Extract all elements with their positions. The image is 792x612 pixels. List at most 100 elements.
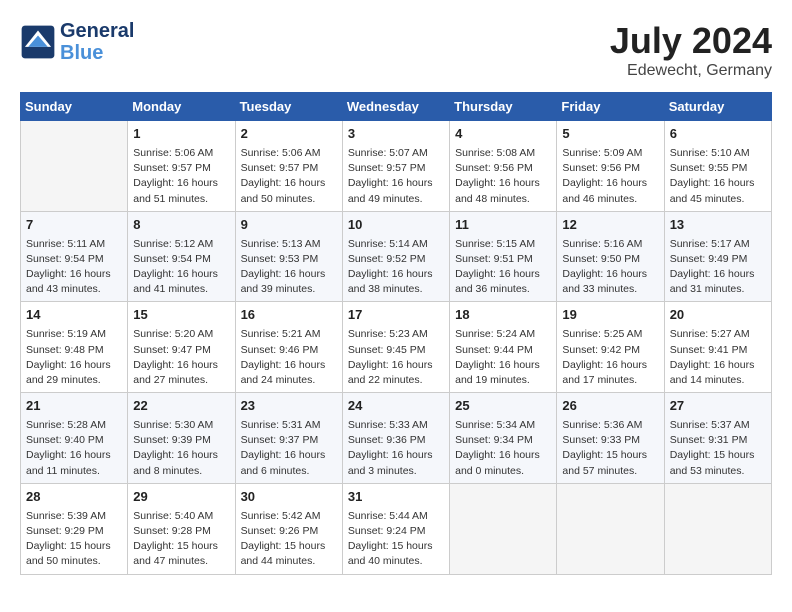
- day-info: Sunrise: 5:08 AMSunset: 9:56 PMDaylight:…: [455, 146, 551, 207]
- day-info: Sunrise: 5:17 AMSunset: 9:49 PMDaylight:…: [670, 237, 766, 298]
- day-number: 11: [455, 216, 551, 235]
- day-number: 7: [26, 216, 122, 235]
- calendar-cell: 24 Sunrise: 5:33 AMSunset: 9:36 PMDayligh…: [342, 393, 449, 484]
- day-info: Sunrise: 5:13 AMSunset: 9:53 PMDaylight:…: [241, 237, 337, 298]
- calendar-cell: [664, 483, 771, 574]
- day-info: Sunrise: 5:31 AMSunset: 9:37 PMDaylight:…: [241, 418, 337, 479]
- day-number: 9: [241, 216, 337, 235]
- calendar-cell: 18 Sunrise: 5:24 AMSunset: 9:44 PMDayligh…: [450, 302, 557, 393]
- calendar-cell: 27Sunrise: 5:37 AMSunset: 9:31 PMDayligh…: [664, 393, 771, 484]
- day-number: 21: [26, 397, 122, 416]
- day-number: 17: [348, 306, 444, 325]
- day-number: 25: [455, 397, 551, 416]
- day-info: Sunrise: 5:19 AMSunset: 9:48 PMDaylight:…: [26, 327, 122, 388]
- calendar-week-row: 7 Sunrise: 5:11 AMSunset: 9:54 PMDaylight…: [21, 211, 772, 302]
- calendar-cell: [557, 483, 664, 574]
- day-number: 14: [26, 306, 122, 325]
- day-number: 31: [348, 488, 444, 507]
- calendar-cell: 19Sunrise: 5:25 AMSunset: 9:42 PMDayligh…: [557, 302, 664, 393]
- day-info: Sunrise: 5:12 AMSunset: 9:54 PMDaylight:…: [133, 237, 229, 298]
- weekday-header-monday: Monday: [128, 93, 235, 121]
- day-number: 28: [26, 488, 122, 507]
- day-info: Sunrise: 5:36 AMSunset: 9:33 PMDaylight:…: [562, 418, 658, 479]
- day-info: Sunrise: 5:30 AMSunset: 9:39 PMDaylight:…: [133, 418, 229, 479]
- day-number: 6: [670, 125, 766, 144]
- calendar-cell: 20 Sunrise: 5:27 AMSunset: 9:41 PMDayligh…: [664, 302, 771, 393]
- page-header: General Blue July 2024 Edewecht, Germany: [20, 20, 772, 80]
- logo-text-line2: Blue: [60, 42, 134, 64]
- calendar-cell: 7 Sunrise: 5:11 AMSunset: 9:54 PMDaylight…: [21, 211, 128, 302]
- calendar-cell: 3Sunrise: 5:07 AMSunset: 9:57 PMDaylight…: [342, 121, 449, 212]
- calendar-cell: 12Sunrise: 5:16 AMSunset: 9:50 PMDayligh…: [557, 211, 664, 302]
- calendar-week-row: 21 Sunrise: 5:28 AMSunset: 9:40 PMDayligh…: [21, 393, 772, 484]
- calendar-cell: 21 Sunrise: 5:28 AMSunset: 9:40 PMDayligh…: [21, 393, 128, 484]
- day-number: 8: [133, 216, 229, 235]
- day-info: Sunrise: 5:10 AMSunset: 9:55 PMDaylight:…: [670, 146, 766, 207]
- day-info: Sunrise: 5:44 AMSunset: 9:24 PMDaylight:…: [348, 509, 444, 570]
- calendar-cell: 15 Sunrise: 5:20 AMSunset: 9:47 PMDayligh…: [128, 302, 235, 393]
- day-info: Sunrise: 5:06 AMSunset: 9:57 PMDaylight:…: [241, 146, 337, 207]
- calendar-cell: 23 Sunrise: 5:31 AMSunset: 9:37 PMDayligh…: [235, 393, 342, 484]
- calendar-cell: 9 Sunrise: 5:13 AMSunset: 9:53 PMDaylight…: [235, 211, 342, 302]
- calendar-header: SundayMondayTuesdayWednesdayThursdayFrid…: [21, 93, 772, 121]
- calendar-cell: 22Sunrise: 5:30 AMSunset: 9:39 PMDayligh…: [128, 393, 235, 484]
- day-number: 26: [562, 397, 658, 416]
- calendar-cell: 29 Sunrise: 5:40 AMSunset: 9:28 PMDayligh…: [128, 483, 235, 574]
- logo-icon: [20, 24, 56, 60]
- day-number: 2: [241, 125, 337, 144]
- day-info: Sunrise: 5:15 AMSunset: 9:51 PMDaylight:…: [455, 237, 551, 298]
- calendar-cell: 25Sunrise: 5:34 AMSunset: 9:34 PMDayligh…: [450, 393, 557, 484]
- calendar-body: 1 Sunrise: 5:06 AMSunset: 9:57 PMDaylight…: [21, 121, 772, 575]
- day-info: Sunrise: 5:28 AMSunset: 9:40 PMDaylight:…: [26, 418, 122, 479]
- day-number: 29: [133, 488, 229, 507]
- day-number: 1: [133, 125, 229, 144]
- day-info: Sunrise: 5:07 AMSunset: 9:57 PMDaylight:…: [348, 146, 444, 207]
- calendar-week-row: 14 Sunrise: 5:19 AMSunset: 9:48 PMDayligh…: [21, 302, 772, 393]
- calendar-cell: 11 Sunrise: 5:15 AMSunset: 9:51 PMDayligh…: [450, 211, 557, 302]
- day-info: Sunrise: 5:06 AMSunset: 9:57 PMDaylight:…: [133, 146, 229, 207]
- weekday-header-row: SundayMondayTuesdayWednesdayThursdayFrid…: [21, 93, 772, 121]
- day-info: Sunrise: 5:42 AMSunset: 9:26 PMDaylight:…: [241, 509, 337, 570]
- day-number: 5: [562, 125, 658, 144]
- calendar-cell: 14 Sunrise: 5:19 AMSunset: 9:48 PMDayligh…: [21, 302, 128, 393]
- day-info: Sunrise: 5:11 AMSunset: 9:54 PMDaylight:…: [26, 237, 122, 298]
- day-info: Sunrise: 5:40 AMSunset: 9:28 PMDaylight:…: [133, 509, 229, 570]
- day-number: 16: [241, 306, 337, 325]
- calendar-cell: 31 Sunrise: 5:44 AMSunset: 9:24 PMDayligh…: [342, 483, 449, 574]
- weekday-header-friday: Friday: [557, 93, 664, 121]
- day-number: 18: [455, 306, 551, 325]
- calendar-cell: 5Sunrise: 5:09 AMSunset: 9:56 PMDaylight…: [557, 121, 664, 212]
- day-number: 23: [241, 397, 337, 416]
- day-number: 30: [241, 488, 337, 507]
- weekday-header-thursday: Thursday: [450, 93, 557, 121]
- calendar-cell: 17 Sunrise: 5:23 AMSunset: 9:45 PMDayligh…: [342, 302, 449, 393]
- calendar-table: SundayMondayTuesdayWednesdayThursdayFrid…: [20, 92, 772, 575]
- day-number: 10: [348, 216, 444, 235]
- calendar-cell: 28 Sunrise: 5:39 AMSunset: 9:29 PMDayligh…: [21, 483, 128, 574]
- day-number: 27: [670, 397, 766, 416]
- calendar-week-row: 28 Sunrise: 5:39 AMSunset: 9:29 PMDayligh…: [21, 483, 772, 574]
- weekday-header-sunday: Sunday: [21, 93, 128, 121]
- day-number: 12: [562, 216, 658, 235]
- day-info: Sunrise: 5:20 AMSunset: 9:47 PMDaylight:…: [133, 327, 229, 388]
- day-info: Sunrise: 5:27 AMSunset: 9:41 PMDaylight:…: [670, 327, 766, 388]
- calendar-cell: 4Sunrise: 5:08 AMSunset: 9:56 PMDaylight…: [450, 121, 557, 212]
- day-info: Sunrise: 5:39 AMSunset: 9:29 PMDaylight:…: [26, 509, 122, 570]
- day-number: 24: [348, 397, 444, 416]
- calendar-cell: [21, 121, 128, 212]
- day-number: 20: [670, 306, 766, 325]
- day-number: 15: [133, 306, 229, 325]
- calendar-cell: 10 Sunrise: 5:14 AMSunset: 9:52 PMDayligh…: [342, 211, 449, 302]
- day-info: Sunrise: 5:21 AMSunset: 9:46 PMDaylight:…: [241, 327, 337, 388]
- day-info: Sunrise: 5:14 AMSunset: 9:52 PMDaylight:…: [348, 237, 444, 298]
- day-info: Sunrise: 5:24 AMSunset: 9:44 PMDaylight:…: [455, 327, 551, 388]
- title-block: July 2024 Edewecht, Germany: [610, 20, 772, 80]
- day-info: Sunrise: 5:33 AMSunset: 9:36 PMDaylight:…: [348, 418, 444, 479]
- logo: General Blue: [20, 20, 134, 64]
- calendar-week-row: 1 Sunrise: 5:06 AMSunset: 9:57 PMDaylight…: [21, 121, 772, 212]
- calendar-cell: 26 Sunrise: 5:36 AMSunset: 9:33 PMDayligh…: [557, 393, 664, 484]
- day-info: Sunrise: 5:23 AMSunset: 9:45 PMDaylight:…: [348, 327, 444, 388]
- calendar-cell: [450, 483, 557, 574]
- calendar-cell: 13Sunrise: 5:17 AMSunset: 9:49 PMDayligh…: [664, 211, 771, 302]
- day-number: 19: [562, 306, 658, 325]
